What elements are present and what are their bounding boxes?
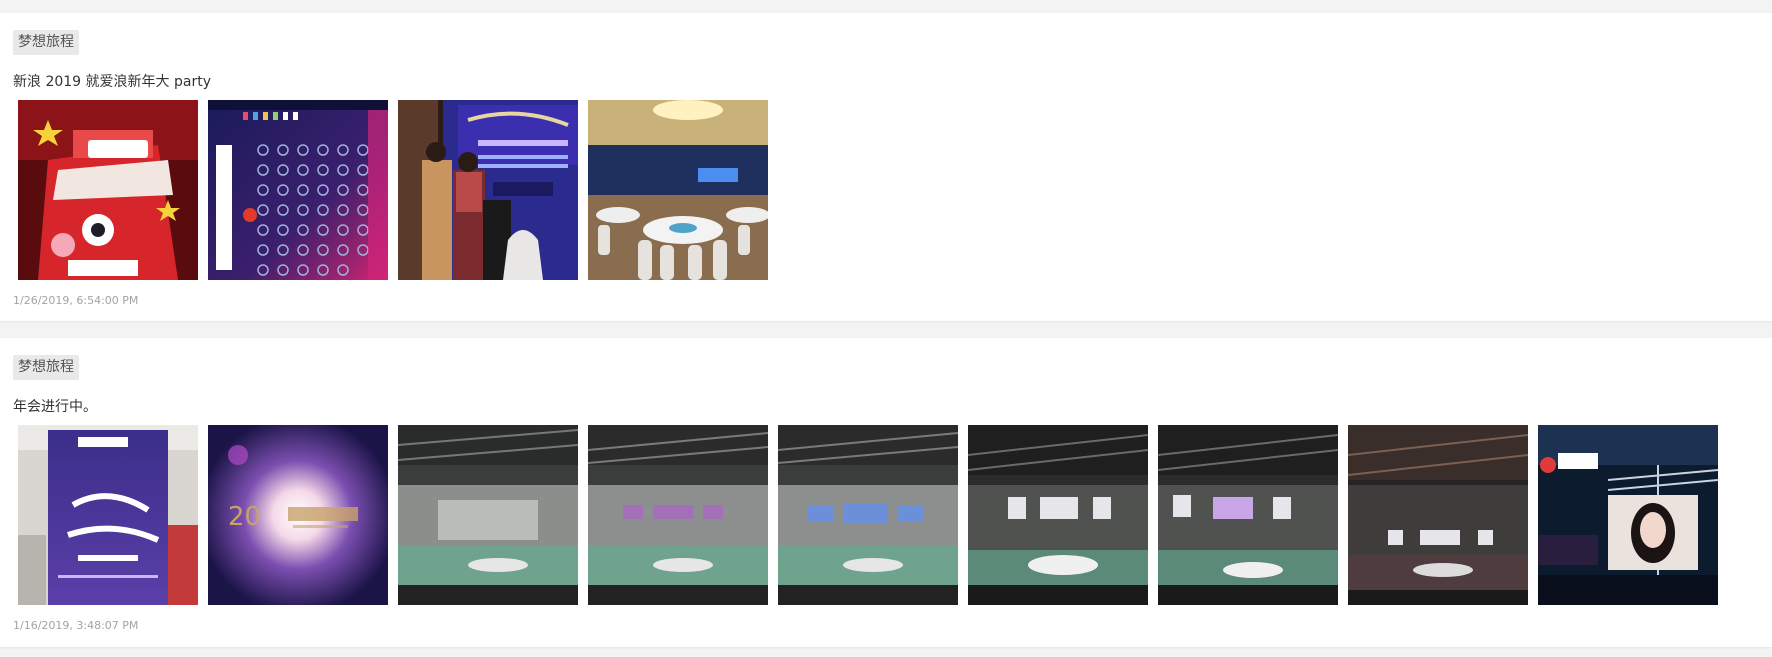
arena-stage-photo-3[interactable] xyxy=(778,425,958,605)
arena-stage-photo-2[interactable] xyxy=(588,425,768,605)
weibo-screen-photo[interactable] xyxy=(1538,425,1718,605)
annual-meeting-poster-photo[interactable] xyxy=(18,425,198,605)
post-tag[interactable]: 梦想旅程 xyxy=(13,30,79,55)
seating-chart-photo[interactable] xyxy=(208,100,388,280)
svg-text:20: 20 xyxy=(228,502,261,532)
arena-stage-photo-6[interactable] xyxy=(1348,425,1528,605)
photo-strip: 20 xyxy=(18,425,1718,605)
post-timestamp: 1/16/2019, 3:48:07 PM xyxy=(13,619,139,632)
cake-photo[interactable] xyxy=(18,100,198,280)
post-text: 年会进行中。 xyxy=(13,399,97,415)
top-band xyxy=(0,0,1772,12)
arena-stage-photo-4[interactable] xyxy=(968,425,1148,605)
banquet-hall-photo[interactable] xyxy=(588,100,768,280)
post-card: 梦想旅程 年会进行中。 20 1/16/2019, 3:48:07 PM xyxy=(0,338,1772,647)
post-tag[interactable]: 梦想旅程 xyxy=(13,355,79,380)
photo-strip xyxy=(18,100,768,280)
post-card: 梦想旅程 新浪 2019 就爱浪新年大 party 1/26/2019, 6:5… xyxy=(0,13,1772,321)
20th-anniversary-poster-photo[interactable]: 20 xyxy=(208,425,388,605)
signin-backdrop-photo[interactable] xyxy=(398,100,578,280)
arena-stage-photo-1[interactable] xyxy=(398,425,578,605)
arena-stage-photo-5[interactable] xyxy=(1158,425,1338,605)
post-timestamp: 1/26/2019, 6:54:00 PM xyxy=(13,294,139,307)
post-text: 新浪 2019 就爱浪新年大 party xyxy=(13,74,211,90)
